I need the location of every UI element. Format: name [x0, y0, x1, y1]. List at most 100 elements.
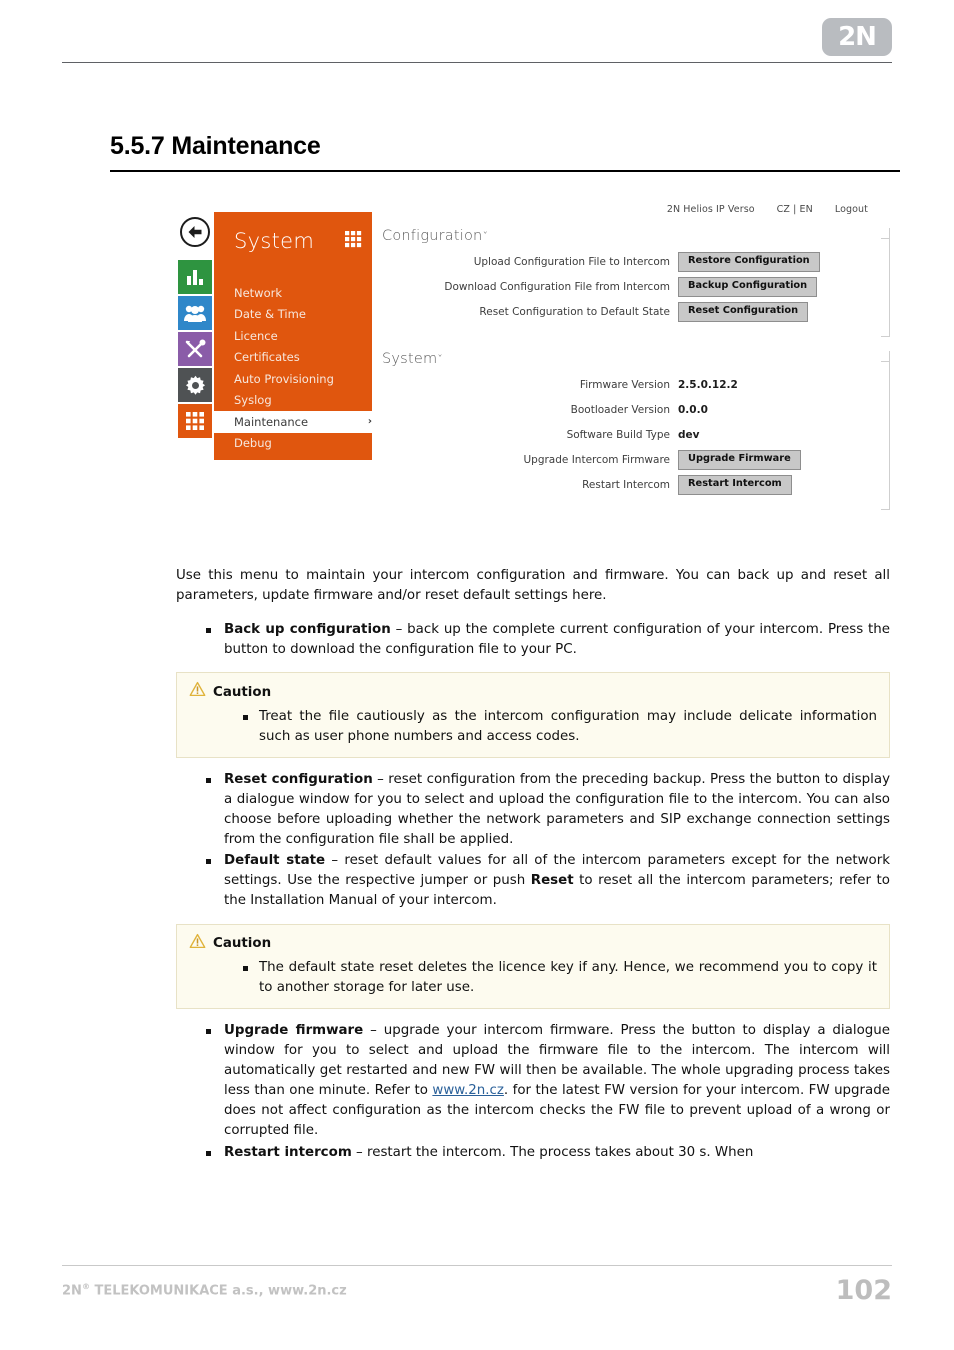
- menu-item-label: Auto Provisioning: [234, 371, 334, 386]
- page-header: 2N: [0, 0, 954, 72]
- system-menu: System Network Date & Time Licence Certi…: [214, 212, 384, 460]
- row-label: Reset Configuration to Default State: [479, 306, 670, 318]
- menu-item-label: Debug: [234, 436, 272, 451]
- page-number: 102: [835, 1274, 892, 1306]
- bullet-upgrade-firmware: Upgrade firmware – upgrade your intercom…: [206, 1021, 890, 1142]
- caution-header: Caution: [189, 933, 877, 956]
- caution-list: Treat the file cautiously as the interco…: [189, 707, 877, 747]
- menu-item-certificates[interactable]: Certificates: [214, 347, 372, 369]
- menu-item-licence[interactable]: Licence: [214, 325, 372, 347]
- bullet-restart-intercom: Restart intercom – restart the intercom.…: [206, 1143, 890, 1163]
- row-label: Upgrade Intercom Firmware: [523, 454, 670, 466]
- caution-item: Treat the file cautiously as the interco…: [243, 707, 877, 747]
- topbar-language-switch[interactable]: CZ | EN: [777, 204, 813, 215]
- footer-company-rest: TELEKOMUNIKACE a.s., www.2n.cz: [89, 1283, 347, 1299]
- row-label: Download Configuration File from Interco…: [444, 281, 670, 293]
- topbar-logout-link[interactable]: Logout: [835, 204, 868, 215]
- menu-grid-icon[interactable]: [345, 230, 362, 252]
- menu-header: System: [214, 212, 372, 270]
- footer-divider: [62, 1265, 892, 1266]
- page-title: 5.5.7 Maintenance: [110, 132, 321, 160]
- bullet-emphasis-reset: Reset: [530, 873, 574, 889]
- chevron-down-icon: ˇ: [482, 230, 489, 243]
- stats-icon[interactable]: [178, 260, 212, 294]
- menu-title: System: [234, 229, 315, 253]
- row-software-build-type: Software Build Type dev: [382, 425, 889, 445]
- bullet-term: Back up configuration: [224, 622, 391, 638]
- body-content: Use this menu to maintain your intercom …: [176, 566, 890, 1164]
- caution-list: The default state reset deletes the lice…: [189, 958, 877, 998]
- menu-item-label: Date & Time: [234, 307, 306, 322]
- restore-configuration-button[interactable]: Restore Configuration: [678, 252, 820, 272]
- bootloader-version-value: 0.0.0: [678, 404, 708, 416]
- bullet-list-upgrade-restart: Upgrade firmware – upgrade your intercom…: [176, 1021, 890, 1163]
- caution-header: Caution: [189, 681, 877, 704]
- page-title-block: 5.5.7 Maintenance: [110, 132, 900, 172]
- caution-title: Caution: [213, 684, 272, 700]
- arrow-left-icon: [188, 226, 202, 238]
- system-fieldset: Systemˇ Firmware Version 2.5.0.12.2 Boot…: [382, 351, 890, 510]
- system-legend[interactable]: Systemˇ: [382, 351, 889, 367]
- icon-rail: [178, 260, 214, 440]
- row-download-config: Download Configuration File from Interco…: [382, 277, 889, 297]
- caution-item: The default state reset deletes the lice…: [243, 958, 877, 998]
- warning-icon: [189, 681, 206, 704]
- caution-box-1: Caution Treat the file cautiously as the…: [176, 672, 890, 758]
- menu-item-syslog[interactable]: Syslog: [214, 390, 372, 412]
- menu-item-maintenance[interactable]: Maintenance ›: [214, 411, 384, 433]
- menu-item-label: Certificates: [234, 350, 300, 365]
- caution-box-2: Caution The default state reset deletes …: [176, 923, 890, 1009]
- row-firmware-version: Firmware Version 2.5.0.12.2: [382, 375, 889, 395]
- menu-item-label: Network: [234, 285, 283, 300]
- link-2n-website[interactable]: www.2n.cz: [432, 1083, 504, 1098]
- reset-configuration-button[interactable]: Reset Configuration: [678, 302, 809, 322]
- users-icon[interactable]: [178, 296, 212, 330]
- backup-configuration-button[interactable]: Backup Configuration: [678, 277, 818, 297]
- menu-item-network[interactable]: Network: [214, 282, 372, 304]
- brand-logo-text: 2N: [838, 22, 877, 52]
- tools-icon[interactable]: [178, 332, 212, 366]
- bullet-list-reset-default: Reset configuration – reset configuratio…: [176, 770, 890, 912]
- footer-company: 2N® TELEKOMUNIKACE a.s., www.2n.cz: [62, 1282, 347, 1298]
- firmware-version-value: 2.5.0.12.2: [678, 379, 738, 391]
- row-restart-intercom: Restart Intercom Restart Intercom: [382, 475, 889, 495]
- bullet-back-up-configuration: Back up configuration – back up the comp…: [206, 620, 890, 660]
- row-reset-config: Reset Configuration to Default State Res…: [382, 302, 889, 322]
- ui-topbar: 2N Helios IP Verso CZ | EN Logout: [667, 204, 868, 215]
- menu-item-auto-provisioning[interactable]: Auto Provisioning: [214, 368, 372, 390]
- bullet-term: Reset configuration: [224, 771, 373, 787]
- intro-paragraph: Use this menu to maintain your intercom …: [176, 568, 890, 604]
- menu-item-label: Syslog: [234, 393, 272, 408]
- bullet-list-backup: Back up configuration – back up the comp…: [176, 620, 890, 660]
- bullet-text: – restart the intercom. The process take…: [351, 1144, 754, 1160]
- row-label: Bootloader Version: [570, 404, 670, 416]
- grid-icon[interactable]: [178, 404, 212, 438]
- row-upload-config: Upload Configuration File to Intercom Re…: [382, 252, 889, 272]
- configuration-legend-text: Configuration: [382, 228, 483, 244]
- restart-intercom-button[interactable]: Restart Intercom: [678, 475, 792, 495]
- bullet-term: Default state: [224, 853, 326, 869]
- menu-item-debug[interactable]: Debug: [214, 433, 372, 455]
- back-button[interactable]: [180, 217, 210, 247]
- menu-item-date-time[interactable]: Date & Time: [214, 304, 372, 326]
- chevron-right-icon: ›: [367, 416, 372, 428]
- row-label: Firmware Version: [579, 379, 670, 391]
- embedded-ui-screenshot: 2N Helios IP Verso CZ | EN Logout System…: [176, 198, 890, 542]
- menu-item-label: Maintenance: [234, 414, 309, 429]
- menu-item-label: Licence: [234, 328, 278, 343]
- gear-icon[interactable]: [178, 368, 212, 402]
- row-bootloader-version: Bootloader Version 0.0.0: [382, 400, 889, 420]
- bullet-term: Restart intercom: [224, 1144, 352, 1160]
- ui-content: Configurationˇ Upload Configuration File…: [382, 228, 890, 524]
- configuration-fieldset: Configurationˇ Upload Configuration File…: [382, 228, 890, 337]
- registered-mark: ®: [81, 1281, 90, 1291]
- bullet-reset-configuration: Reset configuration – reset configuratio…: [206, 770, 890, 850]
- row-label: Software Build Type: [566, 429, 670, 441]
- software-build-type-value: dev: [678, 429, 700, 441]
- warning-icon: [189, 933, 206, 956]
- bullet-term: Upgrade firmware: [224, 1022, 364, 1038]
- configuration-legend[interactable]: Configurationˇ: [382, 228, 889, 244]
- upgrade-firmware-button[interactable]: Upgrade Firmware: [678, 450, 801, 470]
- bullet-default-state: Default state – reset default values for…: [206, 851, 890, 911]
- caution-title: Caution: [213, 936, 272, 952]
